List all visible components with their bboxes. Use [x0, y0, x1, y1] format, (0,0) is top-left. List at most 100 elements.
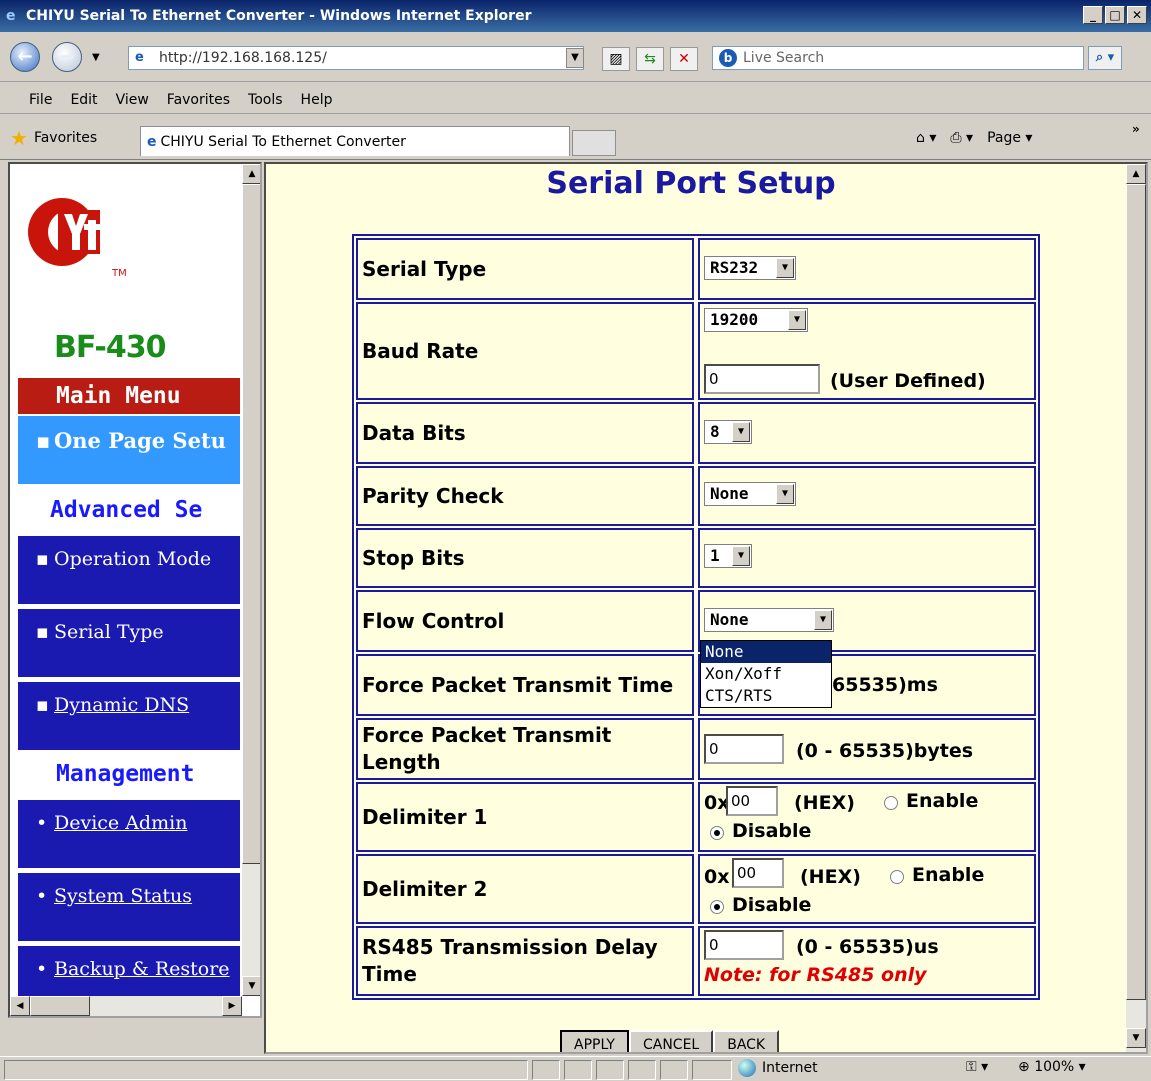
window-title: CHIYU Serial To Ethernet Converter - Win…: [26, 8, 532, 24]
address-input[interactable]: e http://192.168.168.125/: [128, 46, 584, 70]
delimiter1-input[interactable]: 00: [726, 786, 778, 816]
baud-custom-input[interactable]: 0: [704, 364, 820, 394]
page-menu[interactable]: Page ▾: [987, 130, 1032, 146]
menu-favorites[interactable]: Favorites: [160, 90, 237, 110]
scroll-thumb[interactable]: [1126, 184, 1146, 1000]
baud-rate-value: 19200: [710, 310, 759, 329]
delimiter1-enable-label: Enable: [906, 790, 979, 812]
apply-button[interactable]: APPLY: [560, 1030, 629, 1052]
delimiter1-disable-radio[interactable]: [710, 826, 724, 840]
zoom-control[interactable]: ⊕ 100% ▾: [1018, 1059, 1086, 1075]
nav-dynamic-dns-link[interactable]: Dynamic DNS: [54, 694, 189, 716]
menu-edit[interactable]: Edit: [63, 90, 104, 110]
status-panel: [628, 1060, 656, 1080]
baud-rate-label: Baud Rate: [356, 302, 694, 400]
cancel-button[interactable]: CANCEL: [628, 1030, 714, 1052]
nav-dynamic-dns[interactable]: ▪ Dynamic DNS: [18, 682, 240, 752]
bullet-icon: •: [36, 812, 48, 834]
command-bar: ⌂ ▾ ⎙ ▾ Page ▾: [916, 130, 1032, 146]
parity-label: Parity Check: [356, 466, 694, 526]
nav-system-status-link[interactable]: System Status: [54, 885, 192, 907]
scroll-right-arrow[interactable]: ▶: [222, 996, 242, 1016]
back-button[interactable]: ←: [10, 42, 40, 72]
search-button[interactable]: ⌕ ▾: [1088, 46, 1122, 70]
stop-icon[interactable]: ✕: [670, 47, 698, 71]
address-dropdown[interactable]: ▼: [566, 48, 584, 68]
advanced-setup-header: Advanced Se: [50, 497, 203, 523]
delimiter2-disable-radio[interactable]: [710, 900, 724, 914]
content-vertical-scrollbar[interactable]: ▲ ▼: [1126, 164, 1146, 1052]
table-row: Force Packet Transmit Length 0 (0 - 6553…: [356, 718, 1038, 780]
menu-file[interactable]: File: [22, 90, 59, 110]
menu-help[interactable]: Help: [294, 90, 340, 110]
delimiter2-prefix: 0x: [704, 866, 730, 888]
refresh-icon[interactable]: ⇆: [636, 47, 664, 71]
left-horizontal-scrollbar[interactable]: ◀ ▶: [10, 996, 242, 1016]
minimize-button[interactable]: _: [1083, 6, 1103, 24]
trademark-label: TM: [111, 268, 127, 279]
delimiter1-hex: (HEX): [794, 792, 855, 814]
browser-tab[interactable]: e CHIYU Serial To Ethernet Converter: [140, 126, 570, 156]
nav-backup-restore-link[interactable]: Backup & Restore: [54, 958, 230, 980]
security-zone[interactable]: Internet: [738, 1059, 818, 1077]
bullet-icon: •: [36, 885, 48, 907]
maximize-button[interactable]: □: [1105, 6, 1125, 24]
nav-operation-mode[interactable]: ▪ Operation Mode: [18, 536, 240, 606]
left-vertical-scrollbar[interactable]: ▲ ▼: [242, 164, 260, 996]
chevron-right-icon[interactable]: »: [1132, 122, 1140, 136]
table-row: Delimiter 1 0x 00 (HEX) Enable Disable: [356, 782, 1038, 852]
nav-one-page-setup[interactable]: ▪ One Page Setu: [18, 416, 240, 486]
print-icon[interactable]: ⎙ ▾: [950, 130, 973, 146]
option-xon-xoff[interactable]: Xon/Xoff: [701, 663, 831, 685]
scroll-thumb[interactable]: [242, 184, 260, 864]
flow-control-label: Flow Control: [356, 590, 694, 652]
scroll-down-arrow[interactable]: ▼: [1126, 1028, 1146, 1048]
management-header: Management: [56, 761, 195, 787]
force-length-input[interactable]: 0: [704, 734, 784, 764]
search-input[interactable]: b Live Search: [712, 46, 1084, 70]
delimiter2-input[interactable]: 00: [732, 858, 784, 888]
close-button[interactable]: ✕: [1127, 6, 1147, 24]
delimiter1-enable-radio[interactable]: [884, 796, 898, 810]
option-cts-rts[interactable]: CTS/RTS: [701, 685, 831, 707]
nav-system-status[interactable]: • System Status: [18, 873, 240, 943]
scroll-left-arrow[interactable]: ◀: [10, 996, 30, 1016]
delimiter2-enable-radio[interactable]: [890, 870, 904, 884]
rs485-delay-input[interactable]: 0: [704, 930, 784, 960]
menu-tools[interactable]: Tools: [241, 90, 290, 110]
hscroll-thumb[interactable]: [30, 996, 90, 1016]
main-menu-header: Main Menu: [18, 378, 240, 414]
home-icon[interactable]: ⌂ ▾: [916, 130, 936, 146]
parity-select[interactable]: None ▼: [704, 482, 796, 506]
data-bits-select[interactable]: 8 ▼: [704, 420, 752, 444]
scroll-up-arrow[interactable]: ▲: [1126, 164, 1146, 184]
left-frame: TM BF-430 Main Menu ▪ One Page Setu Adva…: [8, 162, 262, 1018]
scroll-down-arrow[interactable]: ▼: [242, 976, 260, 996]
scroll-up-arrow[interactable]: ▲: [242, 164, 260, 184]
chiyu-logo: TM: [28, 198, 127, 279]
bullet-icon: ▪: [36, 428, 51, 453]
compatibility-icon[interactable]: ▨: [602, 47, 630, 71]
force-length-label: Force Packet Transmit Length: [356, 718, 694, 780]
favorites-label: Favorites: [33, 130, 98, 146]
force-time-label: Force Packet Transmit Time: [356, 654, 694, 716]
option-none[interactable]: None: [701, 641, 831, 663]
new-tab-button[interactable]: [572, 130, 616, 156]
status-panel: [660, 1060, 688, 1080]
force-time-range: 65535)ms: [832, 674, 938, 696]
tab-title: CHIYU Serial To Ethernet Converter: [160, 133, 406, 150]
favorites-button[interactable]: ★ Favorites: [10, 128, 97, 148]
forward-button[interactable]: →: [52, 42, 82, 72]
recent-pages-dropdown[interactable]: ▼: [92, 52, 100, 63]
protected-mode-icon[interactable]: ⚿ ▾: [966, 1059, 988, 1075]
back-button[interactable]: BACK: [713, 1030, 780, 1052]
nav-serial-type[interactable]: ▪ Serial Type: [18, 609, 240, 679]
menu-view[interactable]: View: [109, 90, 156, 110]
baud-rate-select[interactable]: 19200 ▼: [704, 308, 808, 332]
serial-type-select[interactable]: RS232 ▼: [704, 256, 796, 280]
nav-device-admin-link[interactable]: Device Admin: [54, 812, 187, 834]
stop-bits-select[interactable]: 1 ▼: [704, 544, 752, 568]
nav-device-admin[interactable]: • Device Admin: [18, 800, 240, 870]
delimiter2-label: Delimiter 2: [356, 854, 694, 924]
flow-control-select[interactable]: None ▼: [704, 608, 834, 632]
